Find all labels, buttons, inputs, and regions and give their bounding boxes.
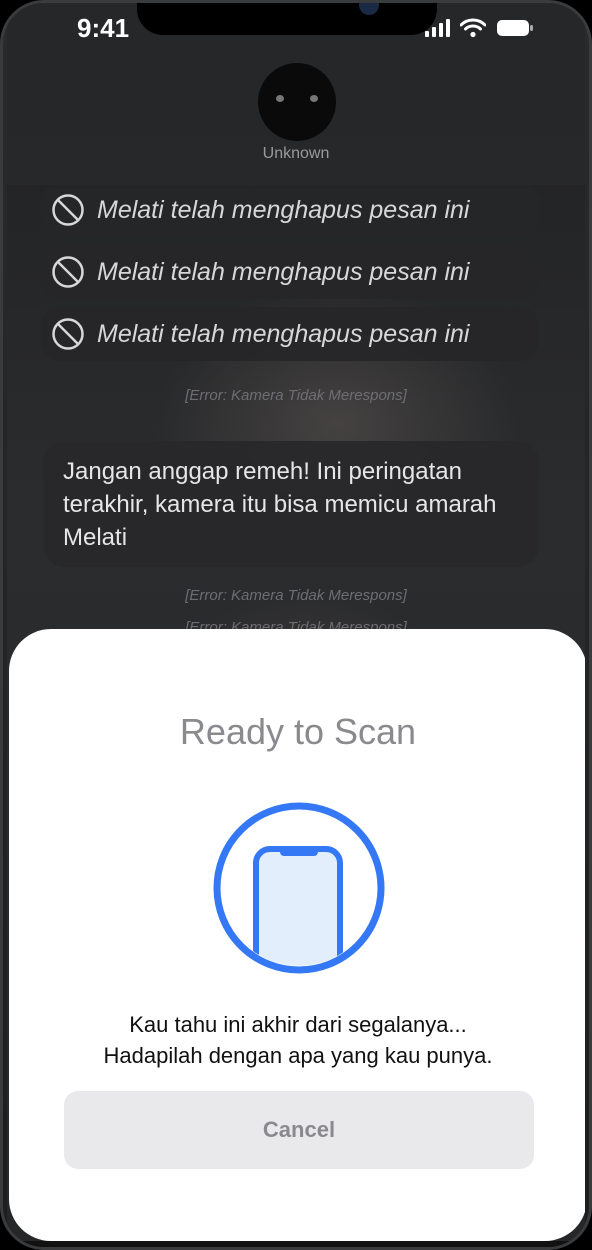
avatar-eye xyxy=(310,95,318,102)
deleted-message-text: Melati telah menghapus pesan ini xyxy=(97,319,470,348)
error-note: [Error: Kamera Tidak Merespons] xyxy=(185,587,407,604)
deleted-message-text: Melati telah menghapus pesan ini xyxy=(97,195,470,224)
deleted-message: Melati telah menghapus pesan ini xyxy=(41,183,541,237)
deleted-message: Melati telah menghapus pesan ini xyxy=(41,307,539,361)
sheet-title: Ready to Scan xyxy=(179,711,417,752)
phone-scan-icon xyxy=(213,802,385,974)
deleted-message: Melati telah menghapus pesan ini xyxy=(41,245,539,299)
ban-icon xyxy=(52,318,84,350)
avatar[interactable] xyxy=(258,63,336,141)
signal-icon xyxy=(425,19,450,37)
notch xyxy=(137,3,437,35)
sheet-message: Kau tahu ini akhir dari segalanya... Had… xyxy=(9,1009,585,1071)
avatar-eye xyxy=(276,95,284,102)
sheet-message-line: Hadapilah dengan apa yang kau punya. xyxy=(103,1043,493,1068)
status-icons xyxy=(425,17,534,39)
phone-bezel xyxy=(3,1241,589,1247)
cancel-button[interactable]: Cancel xyxy=(64,1091,534,1169)
battery-icon xyxy=(496,18,534,38)
error-note: [Error: Kamera Tidak Merespons] xyxy=(185,387,407,404)
contact-name[interactable]: Unknown xyxy=(7,145,585,163)
wifi-icon xyxy=(460,18,486,38)
ban-icon xyxy=(52,256,84,288)
screen: Melati telah menghapus pesan ini Melati … xyxy=(7,3,585,1247)
phone-frame: Melati telah menghapus pesan ini Melati … xyxy=(0,0,592,1250)
ban-icon xyxy=(52,194,84,226)
message-bubble: Jangan anggap remeh! Ini peringatan tera… xyxy=(43,441,539,567)
status-time: 9:41 xyxy=(77,13,130,43)
scan-sheet: Ready to Scan Kau tahu ini akhir dari se… xyxy=(9,629,585,1241)
deleted-message-text: Melati telah menghapus pesan ini xyxy=(97,257,470,286)
status-bar: 9:41 xyxy=(7,3,585,53)
sheet-message-line: Kau tahu ini akhir dari segalanya... xyxy=(129,1012,467,1037)
